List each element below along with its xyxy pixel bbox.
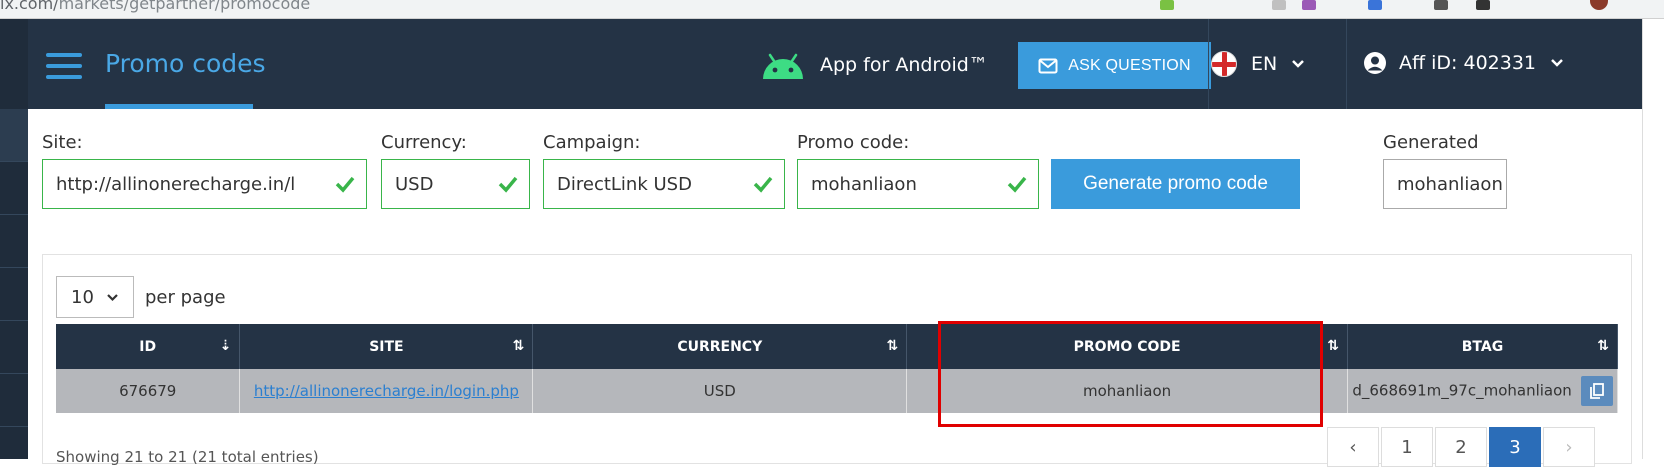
sidebar-divider <box>0 267 28 268</box>
per-page-select[interactable]: 10 <box>56 276 134 318</box>
browser-toolbar: ix.com/markets/getpartner/promocode <box>0 0 1664 19</box>
generated-code-field[interactable]: mohanliaon <box>1383 159 1507 209</box>
extension-icon[interactable] <box>1160 0 1174 10</box>
promo-code-value: mohanliaon <box>811 173 917 195</box>
column-header-site-label: SITE <box>369 338 404 355</box>
language-selector[interactable]: EN <box>1211 51 1305 77</box>
currency-label: Currency: <box>381 132 467 153</box>
android-icon <box>763 53 803 79</box>
page-3-button[interactable]: 3 <box>1489 427 1541 467</box>
sort-icon: ⇅ <box>512 338 525 354</box>
generated-label: Generated <box>1383 132 1479 153</box>
sort-desc-icon: ⇣ <box>219 338 232 354</box>
header-divider <box>1208 19 1209 109</box>
generated-code-value: mohanliaon <box>1397 173 1503 195</box>
extension-icon[interactable] <box>1434 0 1448 10</box>
chevron-down-icon <box>1292 60 1305 68</box>
address-bar[interactable]: ix.com/markets/getpartner/promocode <box>0 0 310 13</box>
page-title: Promo codes <box>105 49 266 78</box>
column-header-currency-label: CURRENCY <box>677 338 763 355</box>
column-header-currency[interactable]: CURRENCY ⇅ <box>532 324 908 369</box>
per-page-label: per page <box>145 286 226 308</box>
page-1-button[interactable]: 1 <box>1381 427 1433 467</box>
table-header-row: ID ⇣ SITE ⇅ CURRENCY ⇅ PROMO CODE ⇅ BTAG ⇅ <box>56 324 1619 369</box>
campaign-label: Campaign: <box>543 132 641 153</box>
check-icon <box>498 176 518 193</box>
page-next-button[interactable]: › <box>1543 427 1595 467</box>
top-header: Promo codes App for Android™ ASK QUESTIO… <box>28 19 1642 109</box>
url-path: markets/getpartner/promocode <box>58 0 311 13</box>
extension-icon[interactable] <box>1302 0 1316 10</box>
currency-field[interactable]: USD <box>381 159 530 209</box>
sidebar-divider <box>0 320 28 321</box>
column-header-btag[interactable]: BTAG ⇅ <box>1347 324 1619 369</box>
england-flag-icon <box>1211 51 1237 77</box>
campaign-field[interactable]: DirectLink USD <box>543 159 785 209</box>
highlight-box <box>938 321 1323 427</box>
cell-id: 676679 <box>56 369 241 413</box>
extension-icon[interactable] <box>1476 0 1490 10</box>
android-app-link[interactable]: App for Android™ <box>760 51 988 79</box>
user-icon <box>1364 52 1386 74</box>
per-page-control: 10 per page <box>56 276 226 318</box>
promo-code-field[interactable]: mohanliaon <box>797 159 1039 209</box>
ask-question-label: ASK QUESTION <box>1068 56 1191 74</box>
language-code: EN <box>1251 53 1278 75</box>
table-row: 676679 http://allinonerecharge.in/login.… <box>56 369 1619 413</box>
column-header-id-label: ID <box>139 338 157 355</box>
ask-question-button[interactable]: ASK QUESTION <box>1018 42 1211 89</box>
currency-value: USD <box>395 173 434 195</box>
check-icon <box>1007 176 1027 193</box>
pagination: ‹ 1 2 3 › <box>1327 427 1597 467</box>
site-value: http://allinonerecharge.in/l <box>56 173 296 195</box>
chevron-down-icon <box>1551 59 1563 67</box>
entries-info: Showing 21 to 21 (21 total entries) <box>56 448 319 466</box>
sort-icon: ⇅ <box>886 338 899 354</box>
cell-btag: d_668691m_97c_mohanliaon <box>1347 369 1619 413</box>
page-2-button[interactable]: 2 <box>1435 427 1487 467</box>
profile-avatar[interactable] <box>1590 0 1608 10</box>
sidebar-divider <box>0 214 28 215</box>
per-page-value: 10 <box>71 286 94 308</box>
copy-icon <box>1589 383 1604 399</box>
sort-icon: ⇅ <box>1597 338 1609 354</box>
column-header-site[interactable]: SITE ⇅ <box>239 324 534 369</box>
sort-icon: ⇅ <box>1327 338 1339 354</box>
site-link[interactable]: http://allinonerecharge.in/login.php <box>254 382 519 400</box>
promo-code-label: Promo code: <box>797 132 910 153</box>
title-underline <box>105 104 253 109</box>
envelope-icon <box>1038 58 1058 73</box>
page-prev-button[interactable]: ‹ <box>1327 427 1379 467</box>
sidebar <box>0 19 28 459</box>
copy-button[interactable] <box>1580 376 1613 406</box>
sidebar-divider <box>0 373 28 374</box>
header-divider <box>1346 19 1347 109</box>
page-scrollbar[interactable] <box>1642 19 1664 459</box>
sidebar-item-active[interactable] <box>0 109 28 161</box>
url-domain: ix.com/ <box>0 0 59 13</box>
column-header-btag-label: BTAG <box>1461 338 1504 355</box>
promo-codes-table: ID ⇣ SITE ⇅ CURRENCY ⇅ PROMO CODE ⇅ BTAG ⇅ 67… <box>56 324 1619 413</box>
chevron-down-icon <box>107 293 118 301</box>
extension-icon[interactable] <box>1272 0 1286 10</box>
cell-currency: USD <box>532 369 908 413</box>
btag-value: d_668691m_97c_mohanliaon <box>1352 381 1572 400</box>
site-field[interactable]: http://allinonerecharge.in/l <box>42 159 367 209</box>
check-icon <box>753 176 773 193</box>
sidebar-divider <box>0 426 28 427</box>
extension-icon[interactable] <box>1368 0 1382 10</box>
site-label: Site: <box>42 132 83 153</box>
generate-promo-code-button[interactable]: Generate promo code <box>1051 159 1300 209</box>
column-header-id[interactable]: ID ⇣ <box>56 324 241 369</box>
android-app-label: App for Android™ <box>820 54 988 76</box>
hamburger-menu-icon[interactable] <box>46 53 82 79</box>
cell-site: http://allinonerecharge.in/login.php <box>239 369 534 413</box>
affiliate-id: Aff iD: 402331 <box>1399 52 1537 74</box>
sidebar-divider <box>0 161 28 162</box>
check-icon <box>335 176 355 193</box>
account-menu[interactable]: Aff iD: 402331 <box>1363 51 1564 75</box>
campaign-value: DirectLink USD <box>557 173 692 195</box>
